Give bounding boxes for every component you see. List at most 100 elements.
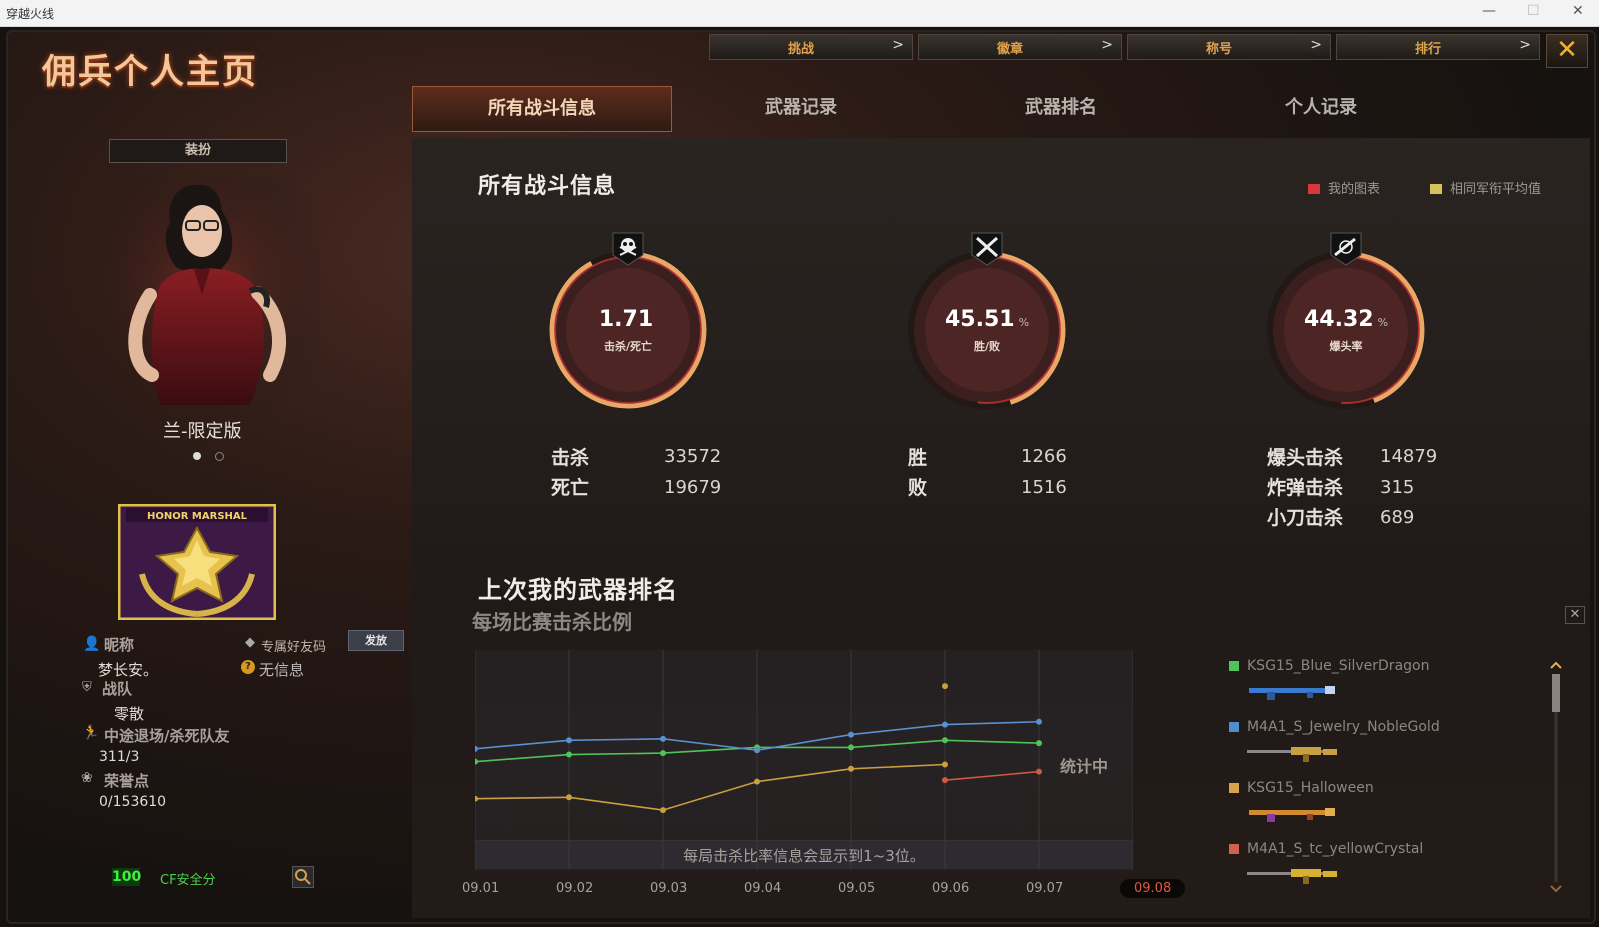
gauge-value: 44.32% [1261, 307, 1431, 332]
top-nav-challenge[interactable]: 挑战 > [709, 34, 913, 60]
data-point [754, 778, 760, 785]
kill-ratio-line-chart [475, 650, 1133, 870]
weapon-item-4[interactable]: M4A1_S_tc_yellowCrystal [1229, 841, 1423, 857]
data-point [660, 735, 666, 742]
top-nav-title[interactable]: 称号 > [1127, 34, 1331, 60]
top-nav-label: 挑战 [787, 42, 814, 57]
data-point [848, 765, 854, 772]
weapon-name: KSG15_Blue_SilverDragon [1247, 658, 1430, 674]
maximize-icon[interactable]: ☐ [1527, 3, 1540, 19]
laurel-icon: ❀ [81, 770, 93, 786]
legend-avg-label: 相同军衔平均值 [1450, 182, 1542, 197]
rank-badge-icon: HONOR MARSHAL [118, 504, 276, 620]
title-bar: 穿越火线 — ☐ ✕ [0, 0, 1599, 27]
x-tick-label[interactable]: 09.08 [1120, 879, 1186, 898]
wins-value: 1266 [1021, 446, 1067, 467]
character-name: 兰-限定版 [163, 421, 242, 442]
chart-note: 每局击杀比率信息会显示到1~3位。 [683, 847, 925, 865]
knife-label: 小刀击杀 [1267, 507, 1344, 529]
dress-button[interactable]: 装扮 [109, 139, 287, 163]
rifle-icon [1330, 232, 1362, 266]
top-nav-ranking[interactable]: 排行 > [1336, 34, 1540, 60]
gauge-kd: 1.71 击杀/死亡 [543, 232, 713, 415]
search-button[interactable] [292, 866, 314, 888]
weapon-list-scrollbar[interactable] [1550, 660, 1562, 896]
chart-status: 统计中 [1060, 757, 1109, 776]
page-title: 佣兵个人主页 [42, 52, 258, 92]
data-point [1036, 740, 1042, 747]
carousel-dot[interactable] [215, 452, 224, 461]
character-portrait [90, 175, 320, 420]
chart-background [475, 650, 1133, 870]
chevron-right-icon: > [1101, 37, 1113, 53]
data-point [566, 737, 572, 744]
weapon-swatch [1229, 783, 1239, 793]
close-window-icon[interactable]: ✕ [1572, 3, 1584, 19]
weapon-name: M4A1_S_Jewelry_NobleGold [1247, 719, 1440, 735]
tab-all-battle-info[interactable]: 所有战斗信息 [412, 86, 672, 132]
nickname-value: 梦长安。 [98, 661, 159, 679]
rifle-gold-icon [1247, 747, 1337, 762]
gauge-label: 胜/败 [973, 340, 1001, 353]
x-tick-label: 09.01 [462, 881, 500, 896]
data-point [942, 761, 948, 768]
weapon-item-3[interactable]: KSG15_Halloween [1229, 780, 1374, 796]
scroll-thumb[interactable] [1552, 674, 1560, 712]
data-point [1036, 718, 1042, 725]
quit-value: 311/3 [99, 749, 140, 765]
headshot-value: 14879 [1380, 446, 1438, 467]
close-icon: ✕ [1556, 35, 1578, 65]
wins-label: 胜 [908, 447, 928, 469]
data-point [754, 747, 760, 754]
kills-value: 33572 [664, 446, 722, 467]
gauge-winrate: 45.51% 胜/败 [902, 232, 1072, 415]
legend-mine: 我的图表 [1308, 178, 1380, 197]
running-man-icon: 🏃 [82, 725, 100, 741]
bomb-label: 炸弹击杀 [1267, 477, 1344, 499]
bomb-value: 315 [1380, 477, 1415, 498]
close-button[interactable]: ✕ [1546, 34, 1588, 68]
tab-weapon-ranking[interactable]: 武器排名 [932, 86, 1190, 130]
scroll-up-icon[interactable] [1550, 661, 1562, 669]
team-value: 零散 [114, 705, 145, 723]
shotgun-halloween-icon [1249, 808, 1335, 822]
x-tick-label: 09.02 [556, 881, 594, 896]
gauge-label: 爆头率 [1329, 340, 1363, 353]
top-nav-label: 徽章 [996, 42, 1023, 57]
tab-personal-records[interactable]: 个人记录 [1192, 86, 1450, 130]
weapon-item-2[interactable]: M4A1_S_Jewelry_NobleGold [1229, 719, 1440, 735]
data-point [848, 744, 854, 751]
safety-score-badge: 100 [112, 868, 142, 886]
rank-badge-text: HONOR MARSHAL [147, 511, 248, 522]
top-nav-badge[interactable]: 徽章 > [918, 34, 1122, 60]
data-point [660, 807, 666, 814]
honor-label: 荣誉点 [104, 772, 150, 790]
panel-close-button[interactable]: ✕ [1565, 606, 1585, 624]
window-title: 穿越火线 [6, 7, 55, 21]
no-info-text: 无信息 [259, 661, 305, 679]
team-label: 战队 [102, 680, 133, 698]
x-tick-label: 09.07 [1026, 881, 1064, 896]
shotgun-blue-icon [1249, 686, 1335, 700]
carousel-dot-active[interactable] [193, 452, 201, 460]
scroll-down-icon[interactable] [1550, 885, 1562, 893]
gauge-number: 44.32 [1303, 307, 1374, 332]
weapon-item-1[interactable]: KSG15_Blue_SilverDragon [1229, 658, 1429, 674]
gauge-number: 1.71 [598, 307, 654, 332]
gauge-label: 击杀/死亡 [603, 340, 653, 353]
data-point [566, 794, 572, 801]
data-point [942, 737, 948, 744]
gauge-value: 45.51% [902, 307, 1072, 332]
minimize-icon[interactable]: — [1482, 3, 1496, 19]
chevron-right-icon: > [1310, 37, 1322, 53]
close-icon: ✕ [1569, 607, 1581, 622]
weapon-name: M4A1_S_tc_yellowCrystal [1247, 841, 1424, 857]
user-icon: 👤 [83, 636, 101, 652]
legend-swatch-avg [1430, 184, 1442, 194]
tab-weapon-records[interactable]: 武器记录 [672, 86, 930, 130]
gauge-number: 45.51 [944, 307, 1015, 332]
gauge-headshot: 44.32% 爆头率 [1261, 232, 1431, 415]
deaths-value: 19679 [664, 477, 722, 498]
section-title: 所有战斗信息 [478, 174, 617, 199]
send-friend-code-button[interactable]: 发放 [348, 630, 404, 651]
